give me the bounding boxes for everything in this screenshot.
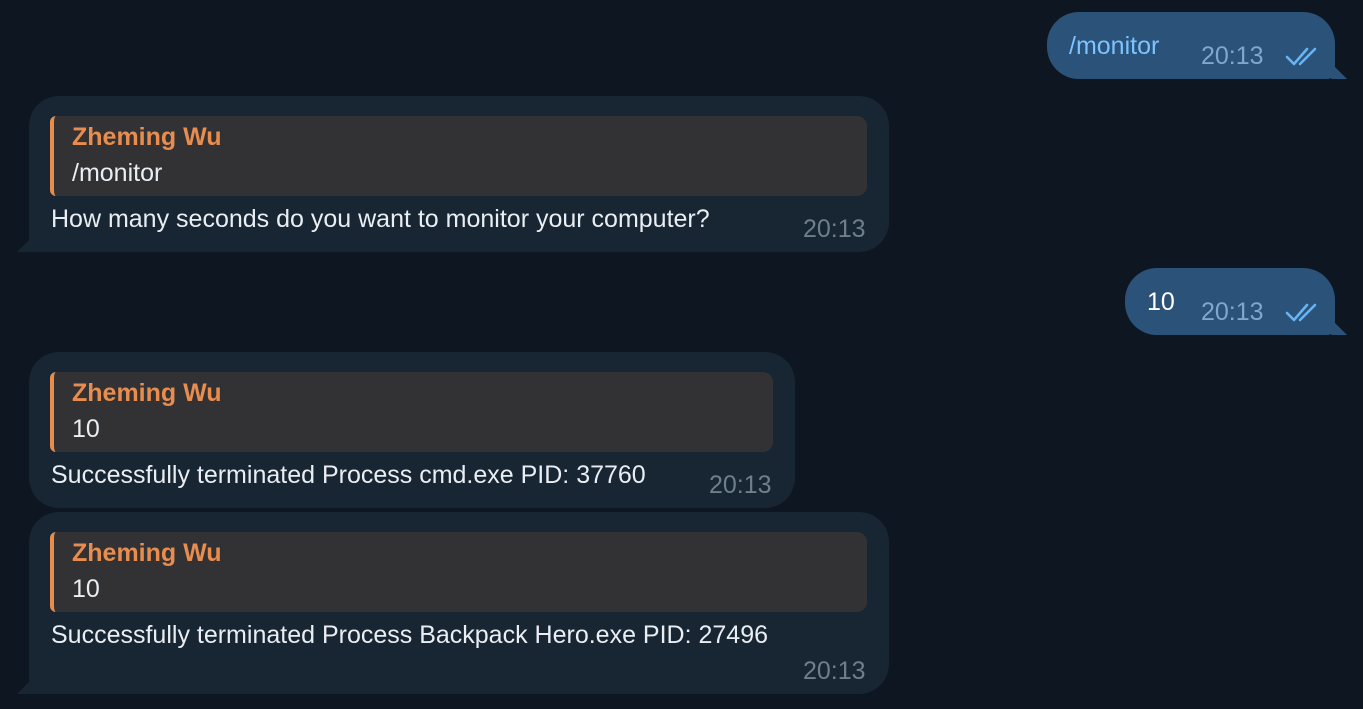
double-check-icon — [1285, 303, 1317, 322]
reply-quoted-text: 10 — [72, 575, 100, 603]
bubble-tail — [17, 676, 35, 694]
outgoing-message[interactable]: /monitor 20:13 — [1047, 12, 1347, 79]
double-check-icon — [1285, 47, 1317, 66]
reply-sender-name: Zheming Wu — [72, 123, 222, 151]
message-time: 20:13 — [803, 215, 866, 243]
incoming-message[interactable]: Zheming Wu 10 Successfully terminated Pr… — [17, 512, 889, 694]
message-time: 20:13 — [1201, 298, 1264, 326]
reply-quote[interactable]: Zheming Wu /monitor — [50, 116, 867, 196]
chat-history: /monitor 20:13 Zheming Wu /monitor How m… — [0, 0, 1363, 709]
message-time: 20:13 — [803, 657, 866, 685]
incoming-message[interactable]: Zheming Wu 10 Successfully terminated Pr… — [29, 352, 795, 508]
bubble-tail — [17, 234, 35, 252]
bubble-tail — [1329, 317, 1347, 335]
message-text: /monitor — [1069, 32, 1160, 60]
message-text: Successfully terminated Process Backpack… — [51, 621, 769, 649]
message-text: 10 — [1147, 288, 1175, 316]
reply-sender-name: Zheming Wu — [72, 539, 222, 567]
outgoing-message[interactable]: 10 20:13 — [1125, 268, 1347, 335]
reply-quoted-text: /monitor — [72, 159, 163, 187]
reply-quoted-text: 10 — [72, 415, 100, 443]
bubble-tail — [1329, 61, 1347, 79]
incoming-message[interactable]: Zheming Wu /monitor How many seconds do … — [17, 96, 889, 252]
reply-sender-name: Zheming Wu — [72, 379, 222, 407]
reply-quote[interactable]: Zheming Wu 10 — [50, 372, 773, 452]
reply-quote[interactable]: Zheming Wu 10 — [50, 532, 867, 612]
message-time: 20:13 — [709, 471, 772, 499]
message-time: 20:13 — [1201, 42, 1264, 70]
message-text: Successfully terminated Process cmd.exe … — [51, 461, 646, 489]
message-text: How many seconds do you want to monitor … — [51, 205, 710, 233]
